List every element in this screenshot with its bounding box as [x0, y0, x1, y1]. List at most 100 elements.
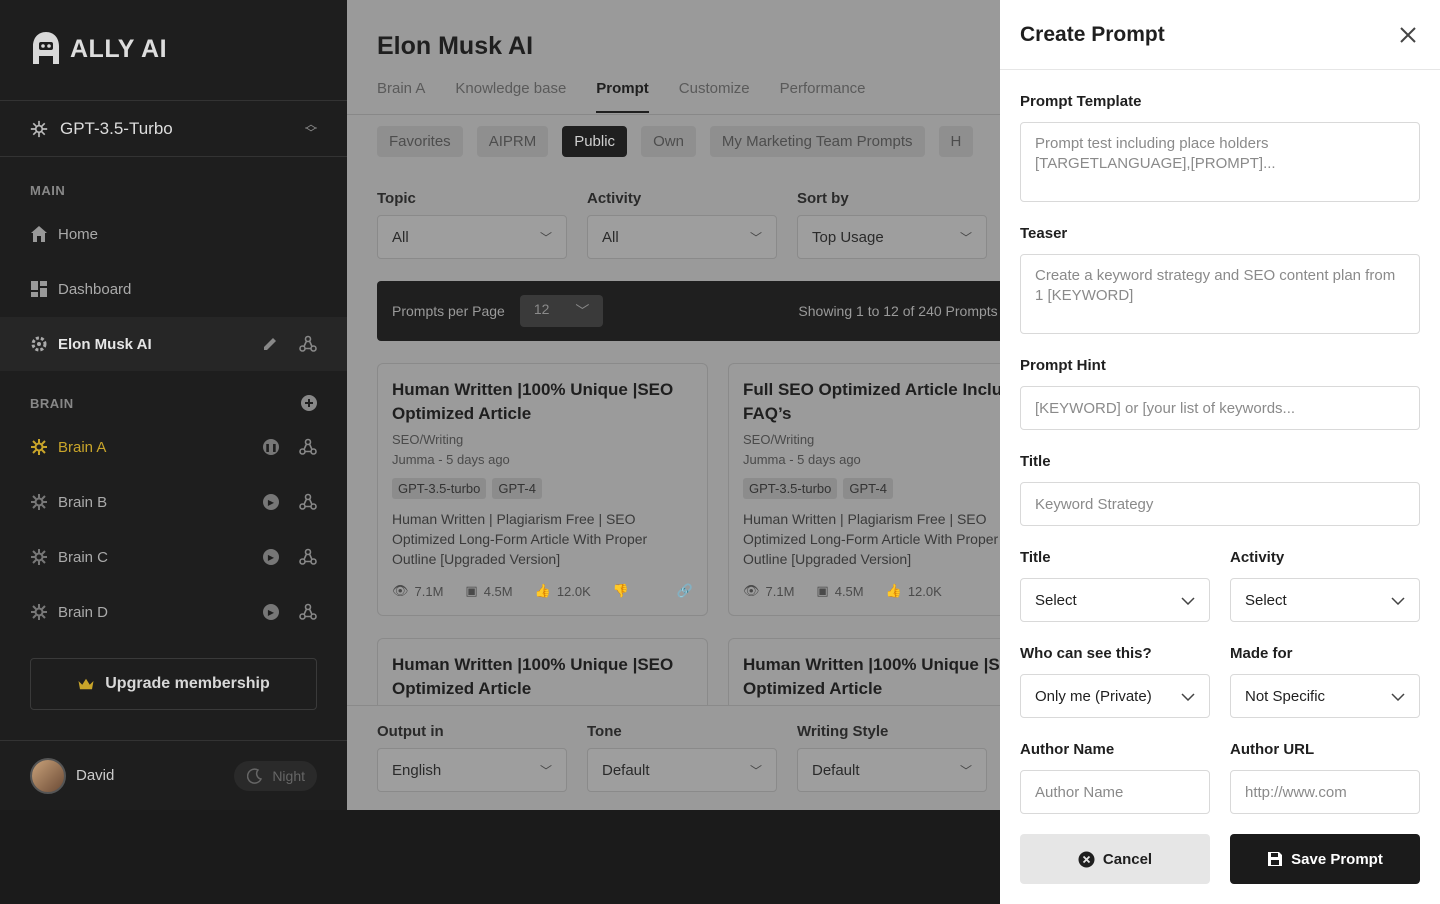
share-icon[interactable] [299, 603, 317, 621]
play-icon[interactable]: ▶ [263, 549, 279, 565]
sidebar-item-home[interactable]: Home [0, 207, 347, 261]
cancel-circle-icon [1078, 851, 1095, 867]
sidebar-item-brain-d[interactable]: Brain D ▶ [0, 585, 347, 639]
prompt-hint-input[interactable] [1020, 386, 1420, 430]
close-button[interactable] [1396, 23, 1420, 47]
chevron-down-icon: ﹀ [959, 763, 972, 778]
backdrop[interactable] [0, 810, 1000, 904]
crown-icon [77, 675, 95, 693]
teaser-input[interactable] [1020, 254, 1420, 334]
comments-stat: ▣ 4.5M [816, 583, 863, 599]
chip-more[interactable]: H [938, 126, 974, 157]
sidebar-item-label: Brain D [58, 603, 109, 621]
brand-logo[interactable]: ALLY AI [30, 30, 167, 68]
sidebar-item-label: Home [58, 225, 99, 243]
share-icon[interactable] [299, 335, 317, 353]
play-icon[interactable]: ▶ [263, 494, 279, 510]
share-icon[interactable] [299, 493, 317, 511]
tab-customize[interactable]: Customize [679, 80, 750, 113]
brain-icon [30, 548, 48, 566]
filter-label: Activity [587, 190, 642, 207]
field-label: Prompt Template [1020, 93, 1142, 110]
activity-select[interactable]: Select [1230, 578, 1420, 622]
sidebar-item-elon-musk-ai[interactable]: Elon Musk AI [0, 317, 347, 371]
link-icon[interactable]: 🔗 [677, 583, 693, 599]
author-name-input[interactable] [1020, 770, 1210, 814]
chip-aiprm[interactable]: AIPRM [476, 126, 549, 157]
cancel-button[interactable]: Cancel [1020, 834, 1210, 884]
activity-select[interactable]: All ﹀ [587, 215, 777, 259]
chevron-down-icon [1391, 592, 1405, 609]
topic-select[interactable]: All ﹀ [377, 215, 567, 259]
chip-my-marketing-team-prompts[interactable]: My Marketing Team Prompts [709, 126, 925, 157]
field-label: Title [1020, 453, 1051, 470]
tab-prompt[interactable]: Prompt [596, 80, 649, 113]
chip-own[interactable]: Own [641, 126, 696, 157]
share-icon[interactable] [299, 438, 317, 456]
thumbs-down-icon[interactable]: 👎 [613, 583, 629, 599]
title-input[interactable] [1020, 482, 1420, 526]
upgrade-label: Upgrade membership [105, 675, 270, 692]
prompt-template-input[interactable] [1020, 122, 1420, 202]
add-brain-icon[interactable] [300, 394, 318, 412]
title-select[interactable]: Select [1020, 578, 1210, 622]
edit-icon[interactable] [261, 335, 279, 353]
views-count: 7.1M [414, 583, 444, 599]
upgrade-membership-button[interactable]: Upgrade membership [30, 658, 317, 710]
share-icon[interactable] [299, 548, 317, 566]
night-mode-toggle[interactable]: Night [234, 760, 317, 791]
filter-activity: Activity All ﹀ [587, 190, 777, 259]
prompt-template-field: Prompt Template [1020, 93, 1420, 207]
per-page-label: Prompts per Page [392, 303, 505, 319]
likes-stat[interactable]: 👍 12.0K [535, 583, 591, 599]
output-language-select[interactable]: English ﹀ [377, 748, 567, 792]
title-select-field: Title Select [1020, 549, 1210, 622]
chevron-down-icon: ﹀ [539, 230, 552, 245]
author-url-input[interactable] [1230, 770, 1420, 814]
tone-select[interactable]: Default ﹀ [587, 748, 777, 792]
pause-icon[interactable]: ❚❚ [263, 439, 279, 455]
save-label: Save Prompt [1291, 850, 1383, 868]
sidebar-item-label: Brain A [58, 438, 107, 456]
sidebar-item-dashboard[interactable]: Dashboard [0, 262, 347, 316]
tab-brain-a[interactable]: Brain A [377, 80, 425, 113]
model-tag: GPT-3.5-turbo [392, 478, 487, 499]
likes-stat[interactable]: 👍 12.0K [886, 583, 942, 599]
chevron-down-icon: ﹀ [539, 763, 552, 778]
writing-style-select[interactable]: Default ﹀ [797, 748, 987, 792]
chevron-down-icon [1181, 688, 1195, 705]
views-count: 7.1M [765, 583, 795, 599]
chip-favorites[interactable]: Favorites [377, 126, 463, 157]
create-prompt-drawer: Create Prompt Prompt Template Teaser Pro… [1000, 0, 1440, 904]
user-profile: David Night [0, 740, 347, 810]
model-tag: GPT-3.5-turbo [743, 478, 838, 499]
chip-public[interactable]: Public [562, 126, 628, 157]
select-value: Top Usage [812, 228, 884, 246]
visibility-select[interactable]: Only me (Private) [1020, 674, 1210, 718]
card-title: Human Written |100% Unique |SEO Optimize… [743, 655, 1025, 698]
sidebar-item-brain-a[interactable]: Brain A ❚❚ [0, 420, 347, 474]
model-selector[interactable]: GPT-3.5-Turbo ︿ ﹀ [0, 100, 347, 157]
prompt-card[interactable]: Human Written |100% Unique |SEO Optimize… [377, 363, 708, 616]
brand-name: ALLY AI [70, 34, 168, 63]
chevron-down-icon: ﹀ [959, 230, 972, 245]
save-prompt-button[interactable]: Save Prompt [1230, 834, 1420, 884]
tab-knowledge-base[interactable]: Knowledge base [455, 80, 566, 113]
sidebar-item-brain-c[interactable]: Brain C ▶ [0, 530, 347, 584]
select-value: Only me (Private) [1035, 687, 1152, 705]
sort-select[interactable]: Top Usage ﹀ [797, 215, 987, 259]
per-page-select[interactable]: 12 ﹀ [519, 295, 604, 327]
robot-logo-icon [33, 32, 59, 64]
comments-count: 4.5M [483, 583, 513, 599]
tab-performance[interactable]: Performance [780, 80, 866, 113]
field-label: Title [1020, 549, 1051, 566]
prompt-hint-field: Prompt Hint [1020, 357, 1420, 430]
brain-icon [30, 603, 48, 621]
likes-count: 12.0K [556, 583, 591, 599]
made-for-select[interactable]: Not Specific [1230, 674, 1420, 718]
sidebar-item-brain-b[interactable]: Brain B ▶ [0, 475, 347, 529]
drawer-title: Create Prompt [1020, 22, 1165, 46]
play-icon[interactable]: ▶ [263, 604, 279, 620]
avatar[interactable] [30, 757, 66, 794]
select-value: Default [602, 761, 650, 779]
